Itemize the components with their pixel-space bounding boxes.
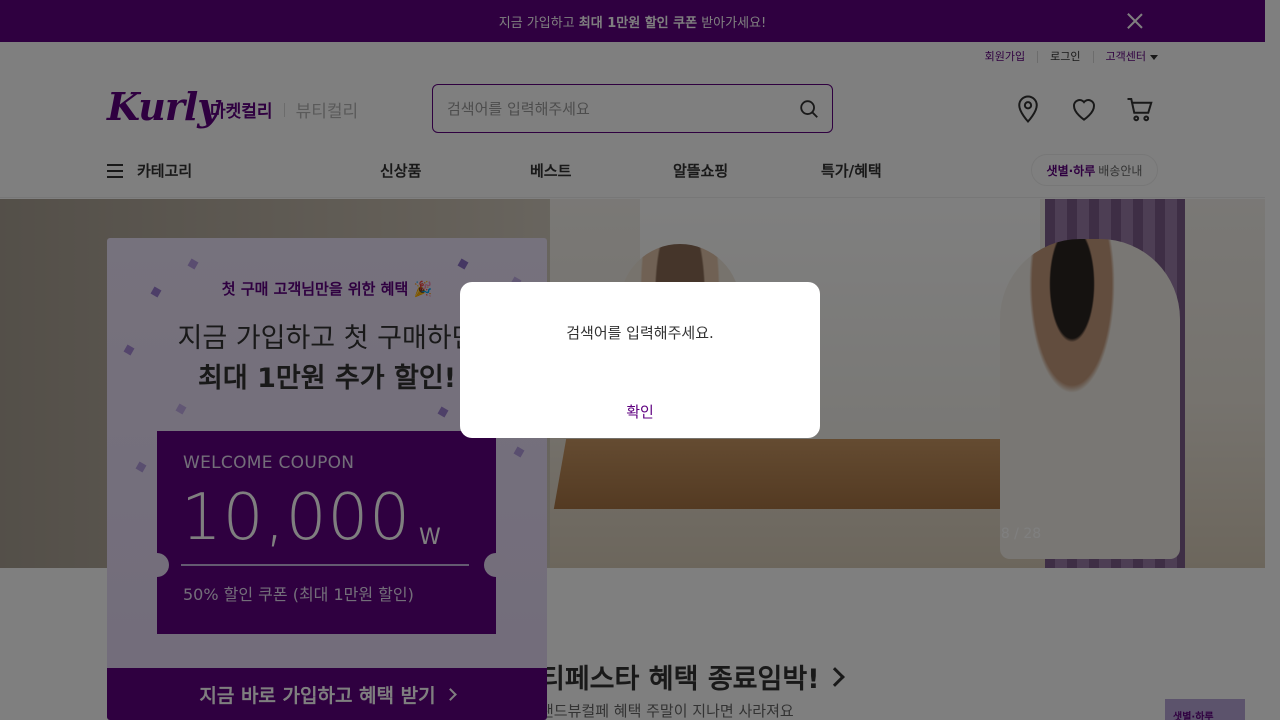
alert-dialog: 검색어를 입력해주세요. 확인 (460, 282, 820, 438)
alert-message: 검색어를 입력해주세요. (566, 324, 714, 342)
confirm-button[interactable]: 확인 (460, 390, 820, 432)
